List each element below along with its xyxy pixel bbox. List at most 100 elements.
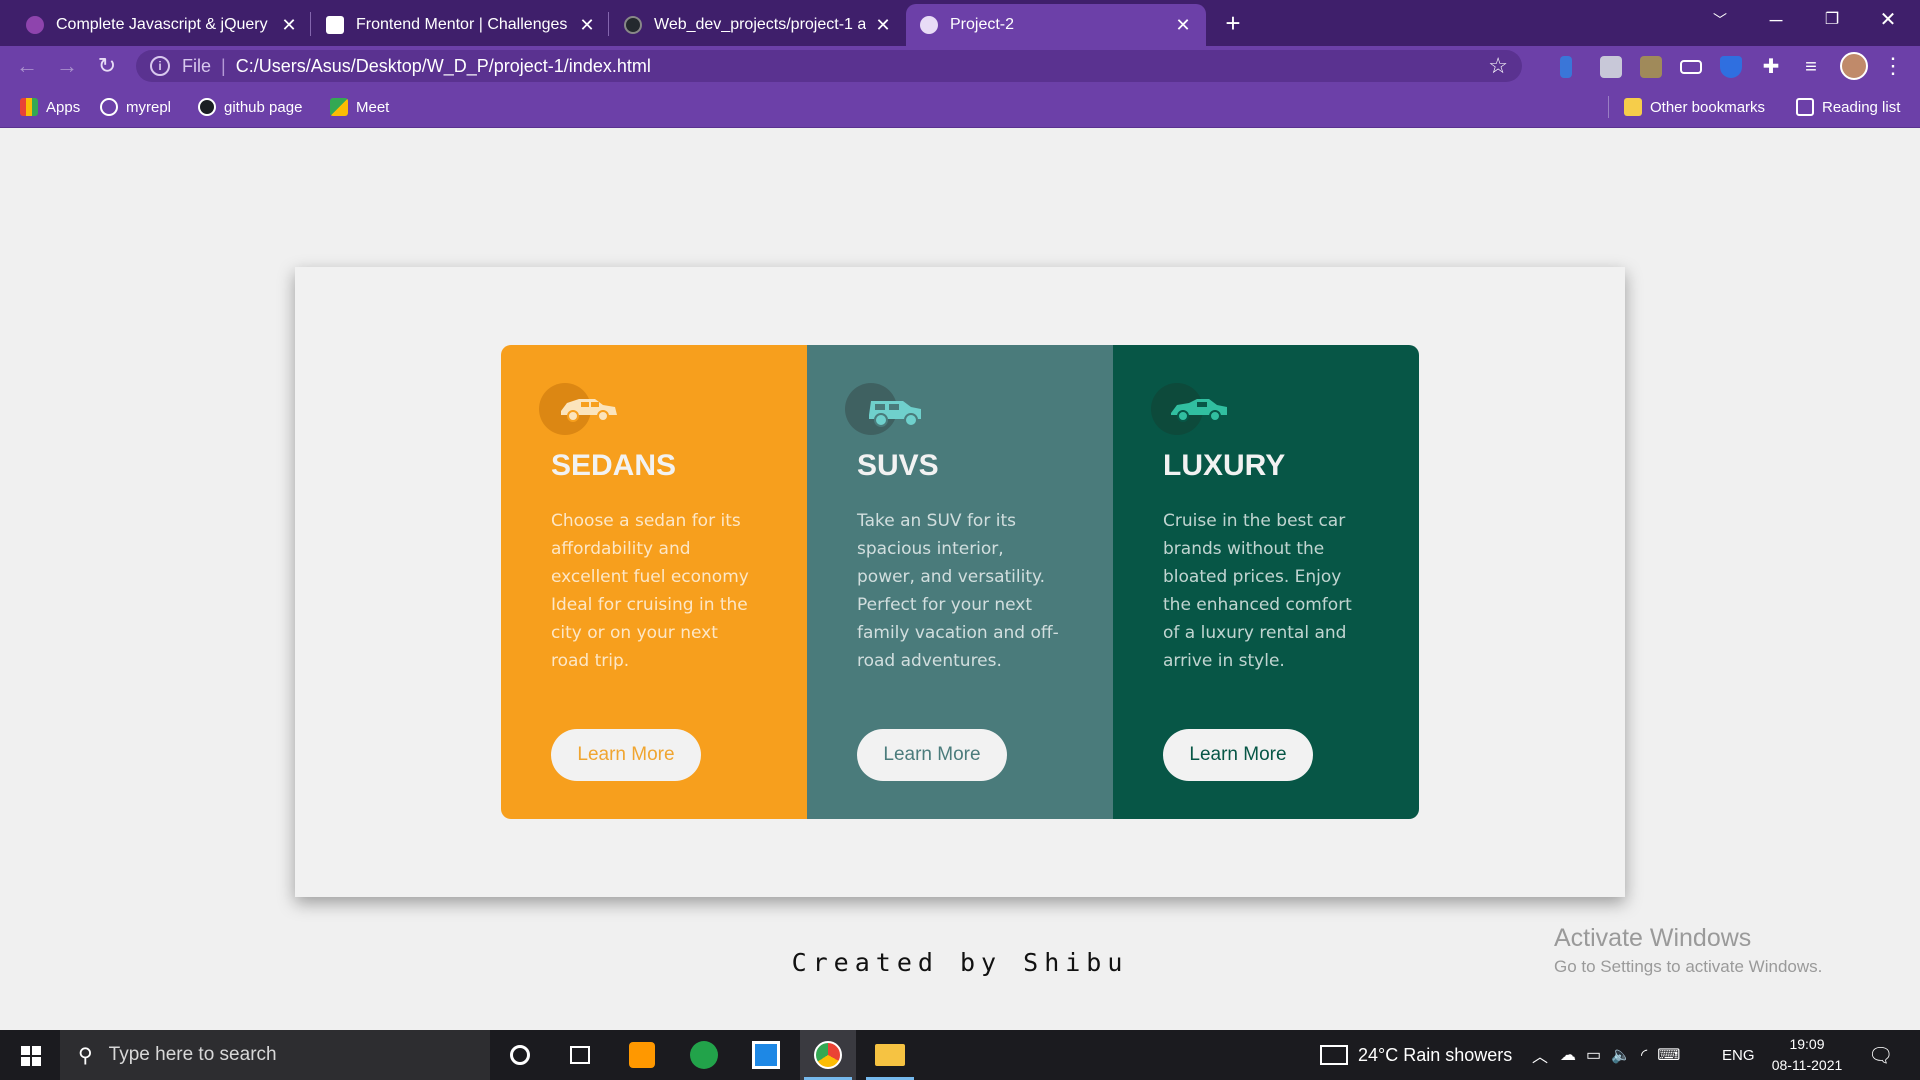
suv-car-icon [845, 383, 921, 435]
globe-icon [920, 16, 938, 34]
taskbar-clock[interactable]: 19:09 08-11-2021 [1762, 1034, 1852, 1076]
tab-github[interactable]: Web_dev_projects/project-1 at m ✕ [610, 4, 906, 46]
forward-button[interactable]: → [52, 52, 82, 80]
bookmark-other-bookmarks[interactable]: Other bookmarks [1624, 96, 1765, 118]
address-separator: | [221, 55, 226, 76]
bookmark-label: Other bookmarks [1650, 98, 1766, 116]
tab-title: Frontend Mentor | Challenges [356, 16, 568, 33]
luxury-car-icon [1151, 383, 1227, 435]
sedan-car-icon [539, 383, 617, 435]
reading-list-icon [1796, 98, 1814, 116]
bookmark-github-page[interactable]: github page [198, 96, 302, 118]
clock-date: 08-11-2021 [1771, 1057, 1843, 1073]
app-globe-icon[interactable] [676, 1030, 732, 1080]
card-title: LUXURY [1163, 449, 1286, 482]
bookmark-label: myrepl [126, 98, 172, 116]
info-icon[interactable]: i [150, 56, 170, 76]
tab-title: Web_dev_projects/project-1 at m [654, 16, 866, 33]
bookmark-label: github page [224, 98, 303, 116]
puzzle-icon[interactable]: ✚ [1760, 56, 1782, 78]
restore-button[interactable]: ❐ [1804, 0, 1860, 40]
github-icon [624, 16, 642, 34]
car-cards: SEDANS Choose a sedan for its affordabil… [501, 345, 1419, 819]
system-tray-icons[interactable]: ☁▭🔈◜⌨ [1560, 1030, 1690, 1080]
windows-taskbar: ⚲ Type here to search 24°C Rain showers … [0, 1030, 1920, 1080]
bookmark-label: Apps [46, 98, 81, 116]
udemy-icon [26, 16, 44, 34]
address-url[interactable]: C:/Users/Asus/Desktop/W_D_P/project-1/in… [236, 56, 651, 77]
cast-icon[interactable] [1680, 60, 1702, 74]
close-icon[interactable]: ✕ [874, 15, 892, 36]
close-icon[interactable]: ✕ [280, 15, 298, 36]
tab-title: Complete Javascript & jQuery Co [56, 16, 272, 33]
file-explorer-icon[interactable] [862, 1030, 918, 1080]
weather-icon [1320, 1045, 1348, 1065]
github-icon [198, 98, 216, 116]
extension-icon[interactable] [1640, 56, 1662, 78]
sublime-text-icon[interactable] [614, 1030, 670, 1080]
bookmark-meet[interactable]: Meet [330, 96, 389, 118]
tab-title: Project-2 [950, 16, 1015, 33]
window-close-button[interactable]: ✕ [1860, 0, 1916, 40]
card-title: SUVS [857, 449, 939, 482]
learn-more-button[interactable]: Learn More [857, 729, 1007, 781]
reload-button[interactable]: ↻ [92, 52, 122, 80]
weather-text: 24°C Rain showers [1358, 1044, 1513, 1065]
app-square-icon[interactable] [738, 1030, 794, 1080]
folder-icon [1624, 98, 1642, 116]
bookmark-label: Reading list [1822, 98, 1901, 116]
extension-icon[interactable] [1560, 56, 1572, 78]
tab-udemy[interactable]: Complete Javascript & jQuery Co ✕ [12, 4, 312, 46]
tab-frontend-mentor[interactable]: Frontend Mentor | Challenges ✕ [312, 4, 610, 46]
new-tab-button[interactable]: + [1218, 8, 1248, 38]
search-placeholder: Type here to search [108, 1044, 277, 1065]
card-sedans: SEDANS Choose a sedan for its affordabil… [501, 345, 807, 819]
weather-widget[interactable]: 24°C Rain showers [1320, 1030, 1512, 1080]
chrome-icon[interactable] [800, 1030, 856, 1080]
shield-extension-icon[interactable] [1720, 56, 1742, 78]
minimize-button[interactable]: ─ [1748, 0, 1804, 40]
bookmark-reading-list[interactable]: Reading list [1796, 96, 1900, 118]
taskbar-search[interactable]: ⚲ Type here to search [60, 1030, 490, 1080]
replit-icon [100, 98, 118, 116]
browser-toolbar: ← → ↻ i File | C:/Users/Asus/Desktop/W_D… [0, 46, 1920, 86]
tab-search-chevron-icon[interactable]: ﹀ [1692, 0, 1748, 40]
extension-icon[interactable] [1600, 56, 1622, 78]
bookmarks-bar: Apps myrepl github page Meet Other bookm… [0, 86, 1920, 128]
card-description: Cruise in the best car brands without th… [1163, 511, 1352, 671]
task-view-icon[interactable] [552, 1030, 608, 1080]
profile-avatar[interactable] [1840, 52, 1868, 80]
menu-dots-icon[interactable]: ⋮ [1882, 52, 1904, 80]
card-suvs: SUVS Take an SUV for its spacious interi… [807, 345, 1113, 819]
notification-icon[interactable]: 🗨 [1868, 1030, 1893, 1080]
clock-time: 19:09 [1789, 1036, 1825, 1052]
back-button[interactable]: ← [12, 52, 42, 80]
bookmark-star-icon[interactable]: ☆ [1488, 53, 1508, 79]
learn-more-button[interactable]: Learn More [551, 729, 701, 781]
close-icon[interactable]: ✕ [1174, 15, 1192, 36]
show-hidden-icons-icon[interactable]: ︿ [1532, 1030, 1548, 1080]
tab-separator [608, 12, 609, 36]
close-icon[interactable]: ✕ [578, 15, 596, 36]
tab-project-2[interactable]: Project-2 ✕ [906, 4, 1206, 46]
meet-icon [330, 98, 348, 116]
windows-logo-icon [21, 1046, 41, 1066]
bookmark-myrepl[interactable]: myrepl [100, 96, 171, 118]
watermark-subtitle: Go to Settings to activate Windows. [1554, 957, 1823, 976]
address-bar[interactable]: i File | C:/Users/Asus/Desktop/W_D_P/pro… [136, 50, 1522, 82]
activate-windows-watermark: Activate Windows Go to Settings to activ… [1554, 924, 1822, 977]
bookmark-label: Meet [356, 98, 390, 116]
bookmarks-divider [1608, 96, 1609, 118]
bookmark-apps[interactable]: Apps [20, 96, 80, 118]
media-queue-icon[interactable]: ≡ [1800, 56, 1822, 78]
language-indicator[interactable]: ENG [1722, 1030, 1755, 1080]
card-description: Choose a sedan for its affordability and… [551, 511, 749, 671]
card-description: Take an SUV for its spacious interior, p… [857, 511, 1059, 671]
start-button[interactable] [0, 1030, 60, 1080]
card-title: SEDANS [551, 449, 677, 482]
cortana-icon[interactable] [492, 1030, 548, 1080]
page-viewport: SEDANS Choose a sedan for its affordabil… [0, 128, 1920, 1030]
search-icon: ⚲ [78, 1044, 93, 1067]
learn-more-button[interactable]: Learn More [1163, 729, 1313, 781]
card-luxury: LUXURY Cruise in the best car brands wit… [1113, 345, 1419, 819]
